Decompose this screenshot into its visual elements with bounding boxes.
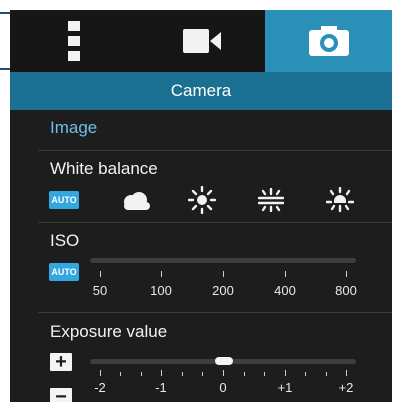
exposure-minor-tick	[264, 372, 265, 376]
section-heading-image: Image	[50, 118, 98, 137]
daylight-icon[interactable]	[188, 186, 216, 214]
exposure-tick	[346, 370, 347, 376]
white-balance-divider	[38, 222, 392, 223]
plus-icon: +	[55, 351, 67, 373]
iso-tick	[100, 271, 101, 277]
exposure-value-label: Exposure value	[50, 322, 168, 341]
exposure-tick	[161, 370, 162, 376]
iso-auto-button[interactable]: AUTO	[49, 263, 79, 281]
iso-value-label: 100	[150, 283, 172, 298]
iso-tick	[161, 271, 162, 277]
exposure-minor-tick	[141, 372, 142, 376]
exposure-minor-tick	[244, 372, 245, 376]
vertical-dots-icon	[68, 21, 80, 61]
iso-label: ISO	[50, 231, 80, 250]
exposure-minor-tick	[305, 372, 306, 376]
section-divider	[38, 150, 392, 151]
white-balance-auto-button[interactable]: AUTO	[49, 191, 79, 209]
exposure-tick	[285, 370, 286, 376]
iso-tick	[223, 271, 224, 277]
iso-slider-track[interactable]	[90, 258, 356, 263]
exposure-minor-tick	[326, 372, 327, 376]
tab-video[interactable]	[138, 10, 265, 72]
exposure-value-label: +2	[338, 380, 354, 395]
iso-divider	[38, 312, 392, 313]
exposure-increase-button[interactable]: +	[50, 351, 72, 373]
tab-camera[interactable]	[265, 10, 392, 72]
mode-tab-bar	[10, 10, 392, 72]
cloudy-icon[interactable]	[120, 192, 152, 210]
iso-tick	[285, 271, 286, 277]
iso-value-label: 50	[92, 283, 108, 298]
fluorescent-icon[interactable]	[258, 188, 284, 212]
incandescent-icon[interactable]	[326, 187, 354, 213]
exposure-minor-tick	[120, 372, 121, 376]
exposure-value-label: 0	[219, 380, 227, 395]
exposure-slider-thumb[interactable]	[215, 357, 233, 365]
exposure-value-label: +1	[277, 380, 293, 395]
camera-icon	[308, 26, 349, 56]
camera-settings-panel: Camera Image White balance AUTO ISO AUTO…	[10, 10, 392, 402]
minus-icon: −	[55, 386, 67, 402]
white-balance-label: White balance	[50, 159, 158, 178]
iso-value-label: 800	[335, 283, 357, 298]
page-title: Camera	[10, 72, 392, 110]
video-camera-icon	[182, 29, 221, 53]
exposure-tick	[100, 370, 101, 376]
exposure-value-label: -2	[94, 380, 106, 395]
exposure-minor-tick	[182, 372, 183, 376]
exposure-minor-tick	[202, 372, 203, 376]
exposure-tick	[223, 370, 224, 376]
tab-more-options[interactable]	[10, 10, 138, 72]
iso-tick	[346, 271, 347, 277]
exposure-decrease-button[interactable]: −	[50, 386, 72, 402]
iso-value-label: 200	[212, 283, 234, 298]
iso-value-label: 400	[274, 283, 296, 298]
exposure-value-label: -1	[155, 380, 167, 395]
